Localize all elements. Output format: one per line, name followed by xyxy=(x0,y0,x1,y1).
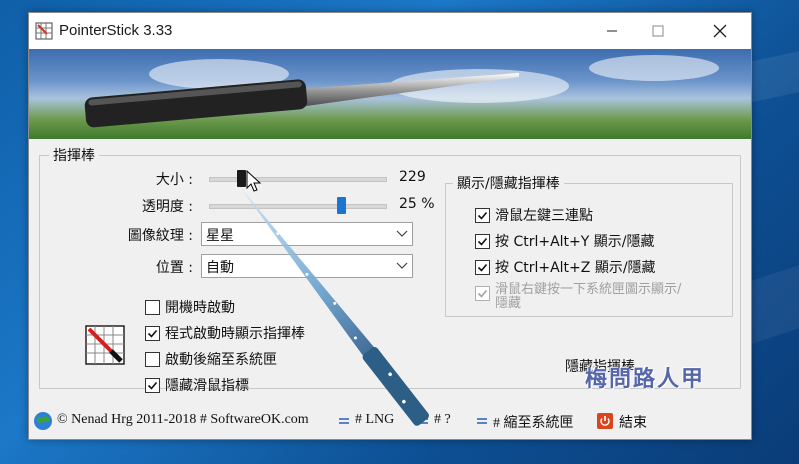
checkbox-box[interactable] xyxy=(145,351,160,367)
status-bar: © Nenad Hrg 2011-2018 # SoftwareOK.com #… xyxy=(29,403,751,439)
checkbox-tray-right-click: 滑鼠右鍵按一下系統匣圖示顯示/ 隱藏 xyxy=(475,283,681,315)
checkbox-label-line2: 隱藏 xyxy=(495,296,522,311)
toggle-group-title: 顯示/隱藏指揮棒 xyxy=(453,173,564,193)
checkmark-icon xyxy=(147,329,158,338)
checkbox-box[interactable] xyxy=(475,207,490,223)
checkbox-hide-mouse-pointer[interactable]: 隱藏滑鼠指標 xyxy=(145,375,249,395)
stick-group-title: 指揮棒 xyxy=(49,145,99,165)
chevron-down-icon xyxy=(396,262,408,269)
help-button[interactable]: # ? xyxy=(434,412,451,428)
transparency-value: 25 % xyxy=(399,196,435,212)
app-icon xyxy=(35,22,53,40)
maximize-icon xyxy=(652,25,664,37)
close-icon xyxy=(713,24,727,38)
checkbox-minimize-to-tray[interactable]: 啟動後縮至系統匣 xyxy=(145,349,277,369)
checkmark-icon xyxy=(147,381,158,390)
maximize-button[interactable] xyxy=(635,13,681,49)
checkbox-start-on-boot[interactable]: 開機時啟動 xyxy=(145,297,235,317)
checkbox-box[interactable] xyxy=(145,377,160,393)
language-button[interactable]: # LNG xyxy=(355,412,394,428)
checkbox-label: 開機時啟動 xyxy=(165,300,235,316)
checkmark-icon xyxy=(477,211,488,220)
minimize-to-tray-button[interactable]: # 縮至系統匣 xyxy=(493,412,574,432)
transparency-slider-thumb[interactable] xyxy=(337,197,346,214)
pointerstick-logo-icon xyxy=(85,325,125,365)
size-label: 大小 : xyxy=(155,172,193,188)
checkbox-triple-click[interactable]: 滑鼠左鍵三連點 xyxy=(475,205,593,225)
texture-label: 圖像紋理 : xyxy=(127,228,193,244)
menu-lines-icon xyxy=(339,418,349,424)
checkbox-label: 滑鼠左鍵三連點 xyxy=(495,208,593,224)
watermark-text: 梅問路人甲 xyxy=(585,367,706,392)
texture-selected: 星星 xyxy=(206,228,234,244)
copyright-link[interactable]: © Nenad Hrg 2011-2018 # SoftwareOK.com xyxy=(57,412,309,428)
close-button[interactable] xyxy=(697,13,743,49)
size-slider-track[interactable] xyxy=(209,177,387,182)
menu-lines-icon xyxy=(477,418,487,424)
position-label: 位置 : xyxy=(155,260,193,276)
checkbox-box[interactable] xyxy=(145,299,160,315)
checkbox-label: 按 Ctrl+Alt+Y 顯示/隱藏 xyxy=(495,234,655,250)
pointer-stick-graphic xyxy=(84,73,519,128)
size-value: 229 xyxy=(399,169,426,185)
header-banner-image xyxy=(29,49,751,139)
checkbox-label-line1: 滑鼠右鍵按一下系統匣圖示顯示/ xyxy=(495,282,682,297)
checkbox-label: 按 Ctrl+Alt+Z 顯示/隱藏 xyxy=(495,260,656,276)
checkbox-label: 隱藏滑鼠指標 xyxy=(165,378,249,394)
checkbox-box[interactable] xyxy=(475,233,490,249)
texture-dropdown[interactable]: 星星 xyxy=(201,222,413,246)
checkbox-box[interactable] xyxy=(475,259,490,275)
checkbox-ctrl-alt-y[interactable]: 按 Ctrl+Alt+Y 顯示/隱藏 xyxy=(475,231,655,251)
power-icon xyxy=(597,413,613,429)
chevron-down-icon xyxy=(396,230,408,237)
checkbox-label: 啟動後縮至系統匣 xyxy=(165,352,277,368)
checkmark-icon xyxy=(477,237,488,246)
checkbox-show-on-start[interactable]: 程式啟動時顯示指揮棒 xyxy=(145,323,305,343)
transparency-label: 透明度 : xyxy=(141,199,193,215)
window-title: PointerStick 3.33 xyxy=(59,22,173,39)
position-selected: 自動 xyxy=(206,260,234,276)
mouse-cursor-icon xyxy=(246,170,262,192)
checkbox-ctrl-alt-z[interactable]: 按 Ctrl+Alt+Z 顯示/隱藏 xyxy=(475,257,656,277)
exit-button[interactable]: 結束 xyxy=(619,412,647,432)
checkbox-box xyxy=(475,286,490,301)
title-bar[interactable]: PointerStick 3.33 xyxy=(29,13,751,49)
checkbox-box[interactable] xyxy=(145,325,160,341)
minimize-icon xyxy=(607,30,617,32)
checkbox-label: 程式啟動時顯示指揮棒 xyxy=(165,326,305,342)
minimize-button[interactable] xyxy=(589,13,635,49)
checkmark-icon xyxy=(477,263,488,272)
checkmark-icon xyxy=(477,289,488,298)
globe-icon xyxy=(34,412,52,430)
